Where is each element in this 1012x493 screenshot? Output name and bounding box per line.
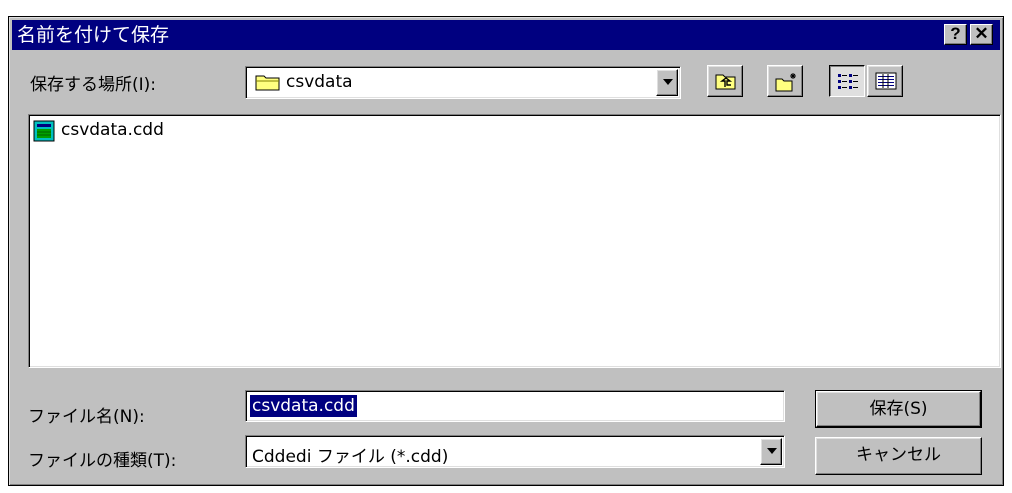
file-name-input[interactable]: csvdata.cdd [245, 390, 785, 422]
title-bar[interactable]: 名前を付けて保存 ? ✕ [12, 20, 1000, 50]
save-as-dialog: 名前を付けて保存 ? ✕ 保存する場所(I): csvdata csvdata.… [8, 16, 1004, 486]
up-one-level-button[interactable] [707, 65, 743, 97]
save-in-dropdown-arrow[interactable] [656, 69, 678, 96]
save-in-dropdown[interactable]: csvdata [245, 66, 681, 99]
help-button[interactable]: ? [944, 24, 967, 45]
file-name: csvdata.cdd [61, 120, 164, 140]
cancel-button[interactable]: キャンセル [815, 437, 982, 475]
close-button[interactable]: ✕ [970, 24, 993, 45]
file-type-value: Cddedi ファイル (*.cdd) [252, 447, 449, 467]
save-in-label: 保存する場所(I): [30, 75, 157, 95]
save-button-label: 保存(S) [869, 399, 928, 419]
help-icon: ? [950, 24, 961, 43]
file-type-dropdown-arrow[interactable] [760, 438, 782, 465]
new-folder-icon [775, 73, 796, 92]
list-view-icon [838, 74, 858, 89]
save-in-value: csvdata [286, 72, 353, 92]
file-name-label: ファイル名(N): [28, 407, 145, 427]
folder-icon [255, 73, 281, 96]
new-folder-button[interactable] [767, 65, 803, 97]
file-name-input-value: csvdata.cdd [250, 395, 357, 417]
file-type-label: ファイルの種類(T): [28, 451, 177, 471]
up-folder-icon [715, 74, 736, 90]
file-type-dropdown[interactable]: Cddedi ファイル (*.cdd) [245, 435, 785, 468]
cancel-button-label: キャンセル [856, 445, 941, 465]
dialog-title: 名前を付けて保存 [17, 24, 170, 46]
file-list[interactable]: csvdata.cdd [28, 114, 1001, 368]
cdd-file-icon [33, 120, 55, 147]
save-button-frame: 保存(S) [815, 390, 982, 428]
list-view-button[interactable] [829, 65, 865, 97]
save-button[interactable]: 保存(S) [816, 391, 981, 427]
details-view-button[interactable] [867, 65, 903, 97]
close-icon: ✕ [974, 24, 989, 43]
details-view-icon [875, 72, 897, 90]
